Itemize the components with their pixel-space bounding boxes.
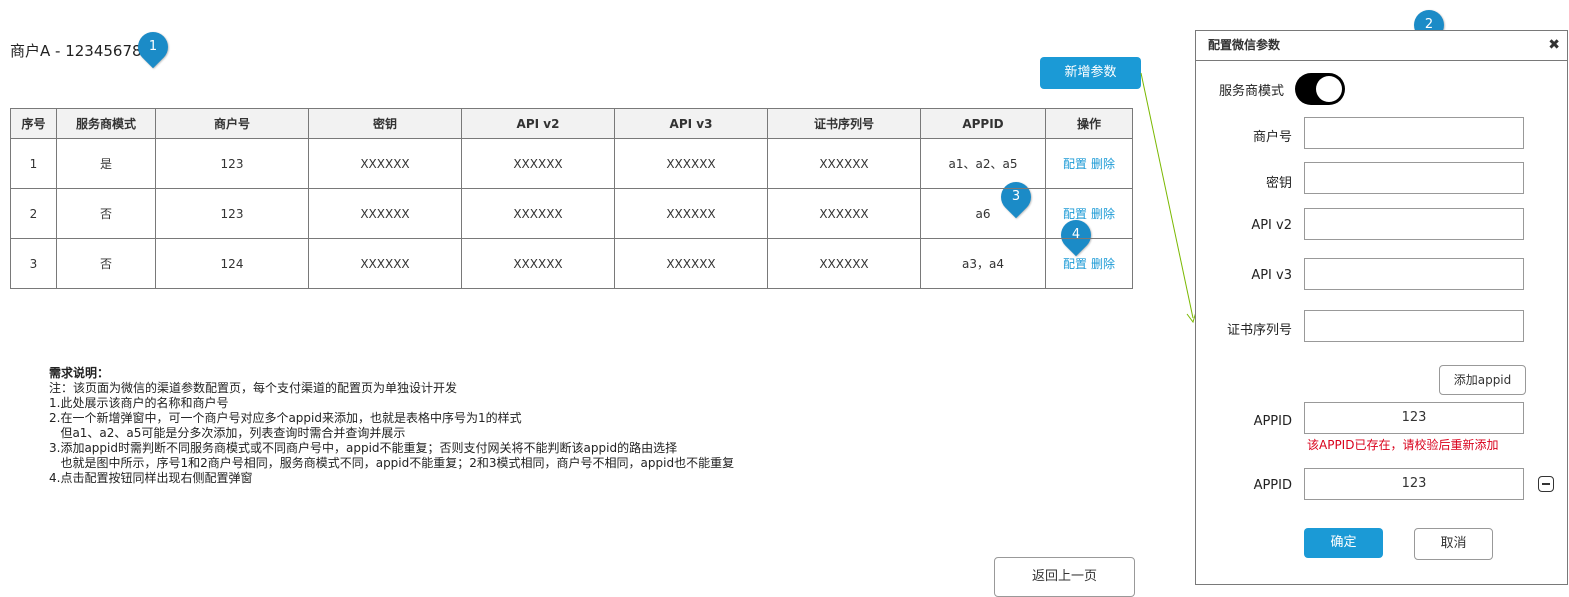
appid-input[interactable]: 123 (1304, 402, 1524, 434)
api-v2-label: API v2 (1251, 218, 1292, 233)
toggle-knob (1316, 76, 1342, 102)
secret-input[interactable] (1304, 162, 1524, 194)
api-v3-label: API v3 (1251, 268, 1292, 283)
appid-label: APPID (1253, 478, 1292, 493)
provider-mode-label: 服务商模式 (1218, 84, 1284, 99)
wechat-config-dialog: 配置微信参数 ✖ 服务商模式 商户号 密钥 API v2 API v3 证书序列… (1195, 30, 1568, 585)
cert-serial-input[interactable] (1304, 310, 1524, 342)
api-v3-input[interactable] (1304, 258, 1524, 290)
dialog-title: 配置微信参数 (1208, 38, 1281, 52)
remove-appid-icon[interactable] (1538, 476, 1554, 492)
dialog-header: 配置微信参数 ✖ (1196, 31, 1567, 61)
add-appid-button[interactable]: 添加appid (1439, 365, 1526, 395)
merchant-no-input[interactable] (1304, 117, 1524, 149)
secret-label: 密钥 (1265, 176, 1292, 191)
merchant-no-label: 商户号 (1252, 130, 1292, 145)
confirm-button[interactable]: 确定 (1304, 528, 1383, 558)
provider-mode-toggle[interactable] (1295, 73, 1345, 105)
close-icon[interactable]: ✖ (1548, 31, 1560, 60)
api-v2-input[interactable] (1304, 208, 1524, 240)
appid-label: APPID (1253, 414, 1292, 429)
appid-error-message: 该APPID已存在，请校验后重新添加 (1307, 438, 1499, 452)
cancel-button[interactable]: 取消 (1414, 528, 1493, 560)
appid-input[interactable]: 123 (1304, 468, 1524, 500)
cert-serial-label: 证书序列号 (1226, 323, 1292, 338)
